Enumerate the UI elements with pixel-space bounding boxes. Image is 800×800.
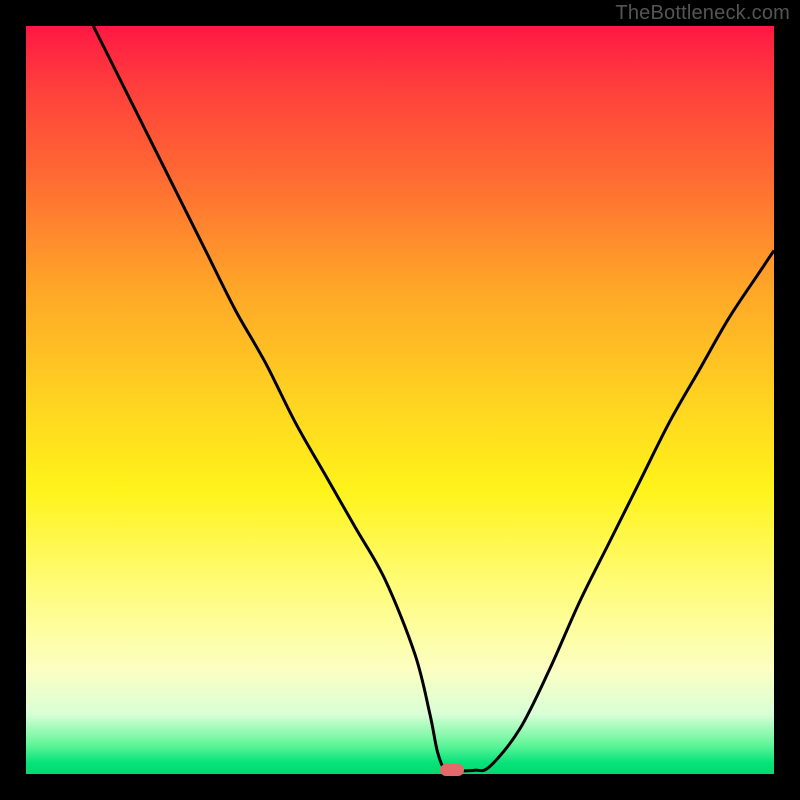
optimum-marker [440,764,464,776]
plot-area [26,26,774,774]
bottleneck-curve [26,26,774,774]
chart-frame: TheBottleneck.com [0,0,800,800]
watermark-text: TheBottleneck.com [615,2,790,25]
curve-path [93,26,774,772]
